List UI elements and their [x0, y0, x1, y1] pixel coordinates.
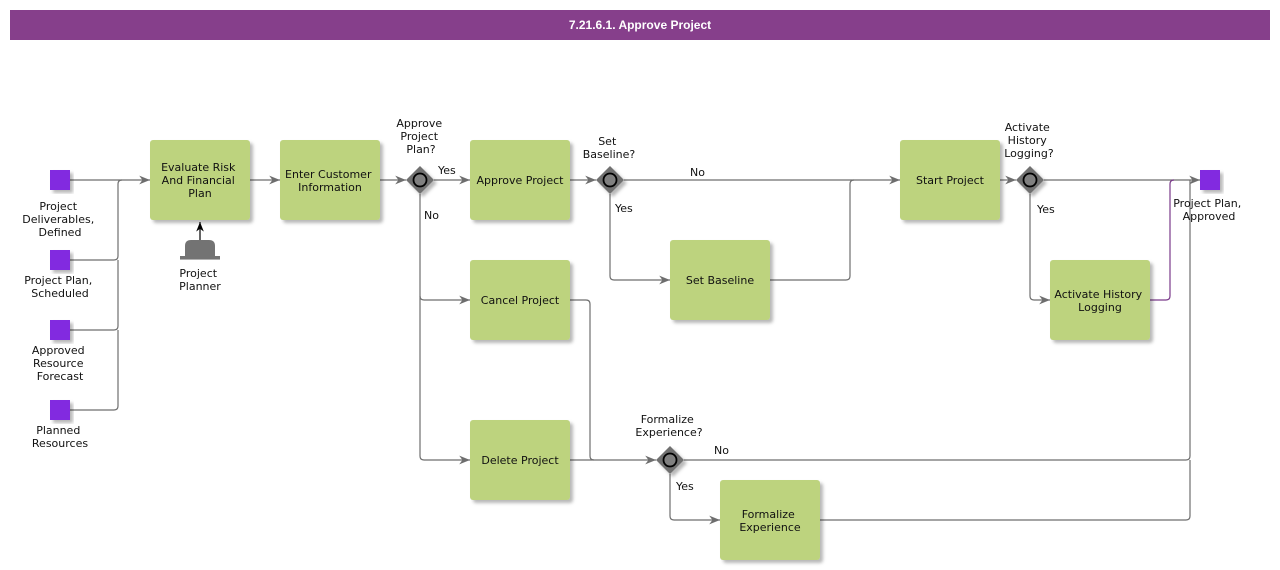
task-cancel-project[interactable]: Cancel Project [470, 260, 570, 340]
input-label: Project Plan, Scheduled [24, 274, 96, 300]
task-formalize-experience[interactable]: Formalize Experience [720, 480, 820, 560]
gateway-yes-label: Yes [675, 480, 694, 493]
gateway-yes-label: Yes [614, 202, 633, 215]
task-set-baseline[interactable]: Set Baseline [670, 240, 770, 320]
flow-cancel-gw4 [570, 299, 595, 461]
task-label: Cancel Project [481, 294, 560, 307]
gateway-formalize-experience[interactable]: Formalize Experience? Yes No [635, 413, 729, 493]
task-start-project[interactable]: Start Project [900, 140, 1000, 220]
gateway-question: Approve Project Plan? [396, 117, 445, 156]
flow-baseline-start [770, 179, 855, 281]
task-label: Start Project [916, 174, 985, 187]
gateway-question: Set Baseline? [583, 135, 636, 161]
input-data-objects: Project Deliverables, Defined Project Pl… [22, 170, 97, 450]
gateway-circle-icon [602, 172, 618, 188]
gateway-circle-icon [662, 452, 678, 468]
gateway-no-label: No [690, 166, 705, 179]
gateway-circle-icon [1022, 172, 1038, 188]
connectors [70, 175, 1200, 525]
input-label: Planned Resources [32, 424, 88, 450]
data-object-icon [50, 320, 70, 340]
gateway-no-label: No [714, 444, 729, 457]
tasks: Evaluate Risk And Financial Plan Enter C… [150, 140, 1150, 560]
output-label: Project Plan, Approved [1173, 197, 1245, 223]
gateway-question: Activate History Logging? [1004, 121, 1054, 160]
data-object-icon [1200, 170, 1220, 190]
input-project-plan-scheduled[interactable]: Project Plan, Scheduled [24, 250, 96, 300]
gateway-question: Formalize Experience? [635, 413, 702, 439]
gateway-yes-label: Yes [437, 164, 456, 177]
input-label: Approved Resource Forecast [32, 344, 88, 383]
gateway-no-label: No [424, 209, 439, 222]
task-label: Formalize Experience [739, 508, 801, 534]
task-enter-customer-information[interactable]: Enter Customer Information [280, 140, 380, 220]
data-object-icon [50, 400, 70, 420]
task-evaluate-risk[interactable]: Evaluate Risk And Financial Plan [150, 140, 250, 220]
gateway-set-baseline[interactable]: Set Baseline? Yes No [583, 135, 705, 215]
flow-history-output [1150, 179, 1175, 301]
task-label: Delete Project [481, 454, 559, 467]
task-delete-project[interactable]: Delete Project [470, 420, 570, 500]
task-label: Set Baseline [686, 274, 754, 287]
gateway-circle-icon [412, 172, 428, 188]
task-approve-project[interactable]: Approve Project [470, 140, 570, 220]
gateway-approve-project-plan[interactable]: Approve Project Plan? Yes No [396, 117, 456, 222]
task-activate-history-logging[interactable]: Activate History Logging [1050, 260, 1150, 340]
role-project-planner[interactable]: Project Planner [179, 240, 221, 293]
gateway-yes-label: Yes [1036, 203, 1055, 216]
data-object-icon [50, 250, 70, 270]
role-label: Project Planner [179, 267, 221, 293]
hat-icon [180, 240, 220, 260]
output-project-plan-approved[interactable]: Project Plan, Approved [1173, 170, 1245, 223]
flow-gw1-no-delete [419, 296, 470, 465]
task-label: Approve Project [477, 174, 565, 187]
input-planned-resources[interactable]: Planned Resources [32, 400, 88, 450]
task-label: Enter Customer Information [285, 168, 375, 194]
input-label: Project Deliverables, Defined [22, 200, 97, 239]
flow-formalize-output [820, 460, 1191, 521]
process-diagram: Project Deliverables, Defined Project Pl… [22, 117, 1245, 560]
data-object-icon [50, 170, 70, 190]
